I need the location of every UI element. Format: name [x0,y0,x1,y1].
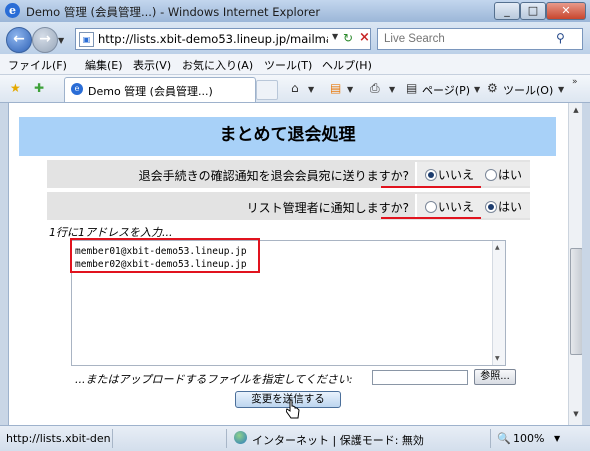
page-favicon-icon: ▣ [79,32,94,47]
question-label: リスト管理者に通知しますか? [246,201,409,215]
minimize-button[interactable]: _ [494,2,520,20]
radio-yes[interactable] [485,169,497,181]
zoom-dropdown-icon[interactable]: ▼ [554,434,560,443]
address-row: ← → ▼ ▣ http://lists.xbit-demo53.lineup.… [0,22,590,54]
internet-zone-icon [234,431,247,444]
menu-edit[interactable]: 編集(E) [85,57,123,73]
tab-favicon-icon: e [71,83,83,95]
address-dropdown-icon[interactable]: ▼ [332,32,338,41]
forward-button[interactable]: → [32,27,58,53]
tab-demo[interactable]: e Demo 管理 (会員管理...) [64,77,256,102]
page-dropdown-icon[interactable]: ▼ [474,85,480,94]
address-url[interactable]: http://lists.xbit-demo53.lineup.jp/mailm… [98,32,328,46]
highlight-underline [381,186,481,188]
title-bar: e Demo 管理 (会員管理...) - Windows Internet E… [0,0,590,23]
radio-label-no[interactable]: いいえ [438,166,474,183]
back-button[interactable]: ← [6,27,32,53]
home-icon[interactable]: ⌂ [291,81,299,95]
chevron-more-icon[interactable]: » [572,77,578,87]
ie-logo-icon: e [5,3,20,18]
window-frame [582,103,590,425]
question-row-notify-admin: リスト管理者に通知しますか? いいえ はい [47,192,530,220]
print-icon[interactable]: ⎙ [370,81,380,96]
print-dropdown-icon[interactable]: ▼ [389,85,395,94]
browser-window: e Demo 管理 (会員管理...) - Windows Internet E… [0,0,590,451]
divider [112,429,113,448]
divider [490,429,491,448]
menu-view[interactable]: 表示(V) [133,57,171,73]
scroll-down-icon[interactable]: ▼ [495,355,500,362]
scroll-up-icon[interactable]: ▲ [571,106,581,118]
security-zone[interactable]: インターネット | 保護モード: 無効 [252,432,424,448]
status-bar: http://lists.xbit-den インターネット | 保護モード: 無… [0,425,590,451]
menu-bar: ファイル(F) 編集(E) 表示(V) お気に入り(A) ツール(T) ヘルプ(… [0,54,590,75]
search-input[interactable] [382,31,556,47]
highlight-box [70,238,260,273]
search-box[interactable]: ⚲ [377,28,583,50]
page-scrollbar[interactable]: ▲ ▼ [568,103,583,425]
tools-dropdown-icon[interactable]: ▼ [558,85,564,94]
scroll-down-icon[interactable]: ▼ [571,410,581,422]
menu-tools[interactable]: ツール(T) [264,57,312,73]
divider [226,429,227,448]
highlight-underline [381,217,481,219]
file-upload-label: ...またはアップロードするファイルを指定してください: [75,373,353,386]
feeds-icon[interactable]: ▤ [330,81,341,95]
radio-group-notify-admin: いいえ はい [415,194,530,218]
tab-row: ★ ✚ e Demo 管理 (会員管理...) ⌂ ▼ ▤ ▼ ⎙ ▼ ▤ ペー… [0,75,590,103]
menu-help[interactable]: ヘルプ(H) [322,57,372,73]
question-label: 退会手続きの確認通知を退会会員宛に送りますか? [138,169,409,183]
radio-label-yes[interactable]: はい [498,166,522,183]
tools-menu[interactable]: ツール(O) [503,82,553,98]
scroll-up-icon[interactable]: ▲ [495,244,500,251]
mouse-cursor-icon [286,399,300,419]
zoom-magnifier-icon: 🔍 [497,432,511,445]
refresh-icon[interactable]: ↻ [343,31,353,45]
page-icon: ▤ [406,81,418,95]
file-path-input[interactable] [372,370,468,385]
add-favorites-icon[interactable]: ✚ [34,81,44,95]
tab-label: Demo 管理 (会員管理...) [88,85,213,98]
radio-label-no[interactable]: いいえ [438,198,474,215]
window-title: Demo 管理 (会員管理...) - Windows Internet Exp… [26,5,321,19]
address-bar[interactable]: ▣ http://lists.xbit-demo53.lineup.jp/mai… [75,28,371,50]
radio-label-yes[interactable]: はい [498,198,522,215]
page-content: まとめて退会処理 退会手続きの確認通知を退会会員宛に送りますか? いいえ はい … [8,103,569,425]
new-tab-button[interactable] [256,80,278,100]
zoom-level[interactable]: 100% [513,432,544,445]
page-menu[interactable]: ページ(P) [422,82,470,98]
feeds-dropdown-icon[interactable]: ▼ [347,85,353,94]
gear-icon: ⚙ [487,81,498,95]
radio-group-notify-member: いいえ はい [415,162,530,186]
radio-yes-selected[interactable] [485,201,497,213]
search-icon[interactable]: ⚲ [556,31,565,45]
close-button[interactable]: ✕ [546,2,586,20]
page-heading: まとめて退会処理 [19,117,556,156]
home-dropdown-icon[interactable]: ▼ [308,85,314,94]
textarea-scrollbar[interactable]: ▲ ▼ [492,241,505,365]
menu-file[interactable]: ファイル(F) [8,57,67,73]
question-row-notify-member: 退会手続きの確認通知を退会会員宛に送りますか? いいえ はい [47,160,530,188]
history-dropdown-icon[interactable]: ▼ [58,36,64,45]
radio-no[interactable] [425,201,437,213]
status-url: http://lists.xbit-den [6,432,111,445]
favorites-star-icon[interactable]: ★ [10,81,21,95]
stop-icon[interactable]: × [359,30,370,45]
browse-button[interactable]: 参照... [474,369,516,385]
radio-no-selected[interactable] [425,169,437,181]
maximize-button[interactable]: □ [520,2,546,20]
menu-favorites[interactable]: お気に入り(A) [182,57,253,73]
